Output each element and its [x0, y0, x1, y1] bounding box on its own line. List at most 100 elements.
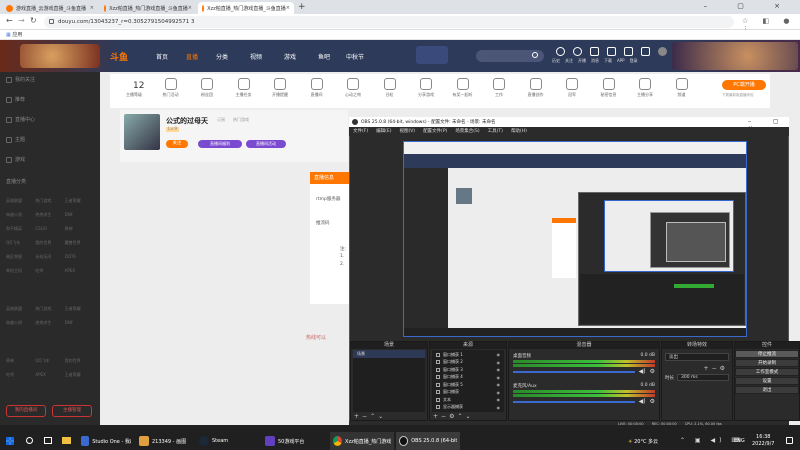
language-indicator[interactable]: ENG [734, 438, 745, 444]
nav-yuba[interactable]: 鱼吧 [318, 52, 330, 61]
weather-widget[interactable]: ☀ 20°C 多云 [628, 438, 658, 445]
room-welfare-button[interactable]: 直播间福利 [198, 140, 242, 148]
source-item[interactable]: 窗口捕获 5 ◉ [432, 381, 504, 389]
gear-icon[interactable]: ⚙ [720, 365, 728, 372]
taskbar-app-chrome[interactable]: Xzz帕直播_热门游戏... [330, 432, 394, 450]
grid-item[interactable]: QQ飞车 [35, 358, 64, 364]
download-icon[interactable] [624, 47, 633, 56]
settings-button[interactable]: 设置 [735, 377, 799, 385]
grid-item[interactable]: 吃鸡 [6, 372, 35, 378]
nav-category[interactable]: 分类 [216, 52, 228, 61]
back-button[interactable]: ← [6, 16, 13, 25]
gear-icon[interactable]: ⚙ [650, 398, 655, 405]
new-tab-button[interactable]: + [298, 2, 306, 12]
stop-streaming-button[interactable]: 停止推流 [735, 350, 799, 358]
category-item[interactable]: 粉丝团 [189, 78, 225, 98]
move-down-icon[interactable]: ⌄ [378, 413, 386, 420]
sidebar-item-recommend[interactable]: 推荐 [6, 96, 25, 103]
pc-broadcast-button[interactable]: PC端开播 [722, 80, 766, 90]
taskbar-app-studio-one[interactable]: Studio One - 我的... [78, 432, 134, 450]
streamer-avatar[interactable] [124, 114, 160, 150]
grid-item[interactable]: DOTA [65, 254, 94, 260]
grid-item[interactable]: 绝地求生 [35, 320, 64, 326]
studio-mode-button[interactable]: 工作室模式 [735, 368, 799, 376]
eye-icon[interactable]: ◉ [497, 375, 501, 380]
eye-icon[interactable]: ◉ [497, 382, 501, 387]
add-scene-icon[interactable]: + [354, 413, 362, 420]
volume-slider[interactable] [513, 370, 635, 373]
category-item[interactable]: 开播提醒 [262, 78, 298, 98]
address-bar[interactable]: douyu.com/13043237_r=0.3052791504992571 … [44, 16, 734, 28]
duration-input[interactable]: 300 ms [677, 374, 729, 381]
grid-item[interactable]: 热门游戏 [35, 198, 64, 204]
start-recording-button[interactable]: 开始录制 [735, 359, 799, 367]
promo-badge[interactable] [416, 46, 448, 64]
grid-item[interactable]: 单机主机 [6, 268, 35, 274]
source-item[interactable]: 文本 ◉ [432, 396, 504, 404]
category-item[interactable]: 有奖一起听 [445, 78, 481, 98]
follow-button[interactable]: 关注 [166, 140, 188, 148]
phone-icon[interactable] [641, 47, 650, 56]
browser-tab-1[interactable]: 游戏直播_云游戏直播_斗鱼直播 × [2, 2, 98, 14]
room-activity-button[interactable]: 直播间活动 [246, 140, 286, 148]
menu-scene-collection[interactable]: 场景集合(S) [455, 129, 479, 134]
sidebar-item-follow[interactable]: 我的关注 [6, 76, 35, 83]
windows-start-icon[interactable] [6, 437, 14, 445]
source-item[interactable]: 窗口捕获 2 ◉ [432, 359, 504, 367]
reload-button[interactable]: ↻ [30, 16, 37, 25]
taskbar-app-paint[interactable]: 213349 - 画图 [136, 432, 194, 450]
grid-item[interactable]: 魔兽世界 [65, 240, 94, 246]
browser-tab-2[interactable]: Xzz帕直播_热门游戏直播_斗鱼直播 × [100, 2, 196, 14]
search-icon[interactable] [532, 52, 538, 58]
add-source-icon[interactable]: + [433, 413, 441, 420]
close-tab-icon[interactable]: × [286, 5, 290, 11]
nav-video[interactable]: 视频 [250, 52, 262, 61]
scene-item[interactable]: 场景 [353, 350, 425, 358]
obs-preview[interactable] [403, 141, 747, 337]
task-view-icon[interactable] [44, 437, 52, 444]
menu-tools[interactable]: 工具(T) [488, 129, 503, 134]
message-icon[interactable] [607, 47, 616, 56]
grid-item[interactable]: 英雄联盟 [6, 306, 35, 312]
move-up-icon[interactable]: ⌃ [370, 413, 378, 420]
category-item[interactable]: 秘密信息 [591, 78, 627, 98]
user-avatar-icon[interactable] [658, 47, 667, 56]
grid-item[interactable]: 和平精英 [6, 226, 35, 232]
eye-icon[interactable]: ◉ [497, 397, 501, 402]
exit-button[interactable]: 退出 [735, 386, 799, 394]
remove-scene-icon[interactable]: − [362, 413, 370, 420]
grid-item[interactable]: CSGO [35, 226, 64, 232]
bookmark-apps[interactable]: ▦ 应用 [6, 31, 22, 38]
speaker-icon[interactable]: ◀) [639, 398, 646, 405]
grid-item[interactable]: 热门游戏 [35, 306, 64, 312]
grid-item[interactable]: 英雄联盟 [6, 198, 35, 204]
taskbar-search-icon[interactable] [26, 437, 33, 444]
move-down-icon[interactable]: ⌄ [465, 413, 473, 420]
eye-icon[interactable]: ◉ [497, 405, 501, 410]
grid-item[interactable]: DNF [65, 320, 94, 326]
add-transition-icon[interactable]: + [704, 365, 712, 372]
taskbar-app-platform[interactable]: 50游戏平台 [262, 432, 324, 450]
source-item[interactable]: 窗口捕获 4 ◉ [432, 374, 504, 382]
grid-item[interactable]: 我的世界 [35, 240, 64, 246]
category-item[interactable]: 主播任务 [226, 78, 262, 98]
source-item[interactable]: 窗口捕获 1 ◉ [432, 351, 504, 359]
nav-game[interactable]: 游戏 [284, 52, 296, 61]
taskbar-app-obs[interactable]: OBS 25.0.8 (64-bit... [396, 432, 460, 450]
menu-help[interactable]: 帮助(H) [511, 129, 527, 134]
eye-icon[interactable]: ◉ [497, 352, 501, 357]
grid-item[interactable]: 暗区突围 [6, 254, 35, 260]
camera-icon[interactable] [590, 47, 599, 56]
nav-home[interactable]: 首页 [156, 52, 168, 61]
speaker-icon[interactable]: ◀) [639, 368, 646, 375]
menu-edit[interactable]: 编辑(E) [376, 129, 391, 134]
grid-item[interactable]: 永劫无间 [35, 254, 64, 260]
remove-transition-icon[interactable]: − [712, 365, 720, 372]
grid-item[interactable]: 原神 [6, 358, 35, 364]
grid-item[interactable]: APEX [65, 268, 94, 274]
grid-item[interactable]: 我的世界 [65, 358, 94, 364]
source-item[interactable]: 显示器捕获 ◉ [432, 404, 504, 412]
category-item[interactable]: 冠军 [554, 78, 590, 98]
category-item[interactable]: 谷粒 [372, 78, 408, 98]
sidebar-item-game[interactable]: 游戏 [6, 156, 25, 163]
